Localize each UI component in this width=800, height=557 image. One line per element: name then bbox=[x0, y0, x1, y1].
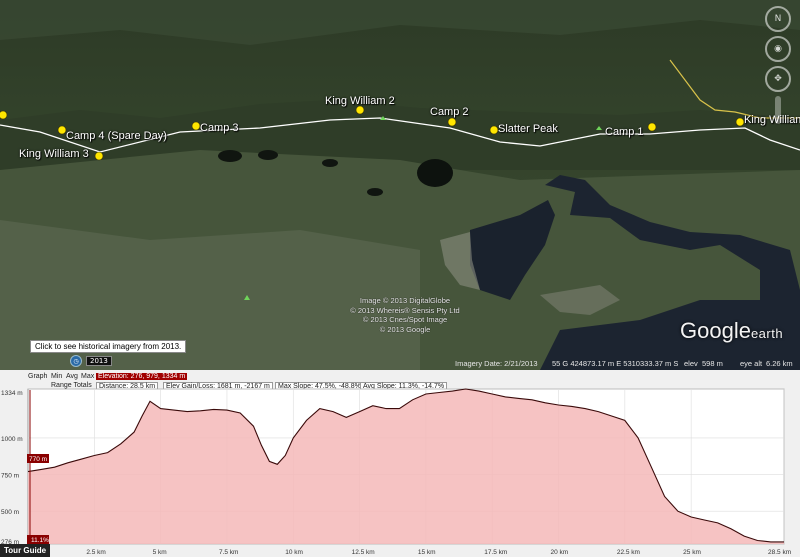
historical-imagery-tooltip[interactable]: Click to see historical imagery from 201… bbox=[30, 340, 187, 353]
tour-guide-button[interactable]: Tour Guide bbox=[0, 544, 51, 557]
x-tick-label: 7.5 km bbox=[219, 549, 239, 556]
x-tick-label: 25 km bbox=[683, 549, 701, 556]
move-joystick-icon[interactable]: ✥ bbox=[765, 66, 791, 92]
max-label[interactable]: Max bbox=[81, 373, 94, 380]
imagery-date: Imagery Date: 2/21/2013 bbox=[455, 359, 538, 368]
map-view[interactable]: King William 2 Camp 2 Camp 3 Camp 4 (Spa… bbox=[0, 0, 800, 370]
attribution-line: © 2013 Google bbox=[379, 324, 431, 334]
placemark-label[interactable]: Slatter Peak bbox=[498, 123, 558, 135]
look-joystick-icon[interactable]: ◉ bbox=[765, 36, 791, 62]
attribution-line: © 2013 Whereis® Sensis Pty Ltd bbox=[350, 305, 460, 315]
graph-label: Graph bbox=[28, 373, 48, 380]
x-tick-label: 17.5 km bbox=[484, 549, 507, 556]
x-tick-label: 22.5 km bbox=[617, 549, 640, 556]
imagery-attribution: Image © 2013 DigitalGlobe © 2013 Whereis… bbox=[330, 296, 480, 334]
placemark-label[interactable]: Camp 3 bbox=[200, 122, 239, 134]
min-label[interactable]: Min bbox=[51, 373, 62, 380]
zoom-slider[interactable] bbox=[775, 96, 781, 124]
eye-alt-label: eye alt bbox=[740, 359, 763, 368]
placemark-label[interactable]: King William 3 bbox=[19, 148, 89, 160]
elevation-label: elev bbox=[684, 359, 698, 368]
logo-sub: earth bbox=[750, 326, 784, 341]
y-tick-label: 1000 m bbox=[1, 436, 23, 443]
attribution-line: Image © 2013 DigitalGlobe bbox=[359, 296, 451, 305]
coordinates: 55 G 424873.17 m E 5310333.37 m S bbox=[552, 359, 679, 368]
y-tick-label: 1334 m bbox=[1, 390, 23, 397]
y-tick-label: 500 m bbox=[1, 509, 19, 516]
status-bar: Imagery Date: 2/21/2013 55 G 424873.17 m… bbox=[0, 358, 800, 370]
x-tick-label: 20 km bbox=[551, 549, 569, 556]
attribution-line: © 2013 Cnes/Spot Image bbox=[362, 315, 448, 324]
navigation-controls[interactable]: N ◉ ✥ bbox=[765, 6, 795, 124]
elevation-profile-chart[interactable]: 1334 m1000 m750 m500 m276 m 2.5 km 5 km 7.… bbox=[0, 388, 800, 557]
cursor-marker-bottom-text: 11.1% bbox=[31, 537, 49, 544]
x-tick-label: 28.5 km bbox=[768, 549, 791, 556]
eye-alt-value: 6.26 km bbox=[766, 359, 793, 368]
x-tick-label: 15 km bbox=[418, 549, 436, 556]
x-tick-label: 10 km bbox=[285, 549, 303, 556]
placemark-label[interactable]: Camp 4 (Spare Day) bbox=[66, 130, 167, 142]
elevation-stats[interactable]: Elevation: 276, 979, 1334 m bbox=[96, 373, 188, 380]
compass-icon[interactable]: N bbox=[765, 6, 791, 32]
google-earth-logo: Googleearth bbox=[680, 318, 783, 344]
elevation-value: 598 m bbox=[702, 359, 723, 368]
placemark-label[interactable]: Camp 1 bbox=[605, 126, 644, 138]
avg-label[interactable]: Avg bbox=[66, 373, 78, 380]
logo-main: Google bbox=[680, 318, 751, 343]
x-tick-label: 5 km bbox=[153, 549, 167, 556]
x-tick-label: 12.5 km bbox=[352, 549, 375, 556]
cursor-marker-top-text: 770 m bbox=[29, 456, 47, 463]
placemark-label[interactable]: King William 2 bbox=[325, 95, 395, 107]
placemark-label[interactable]: Camp 2 bbox=[430, 106, 469, 118]
y-tick-label: 750 m bbox=[1, 473, 19, 480]
x-tick-label: 2.5 km bbox=[86, 549, 106, 556]
